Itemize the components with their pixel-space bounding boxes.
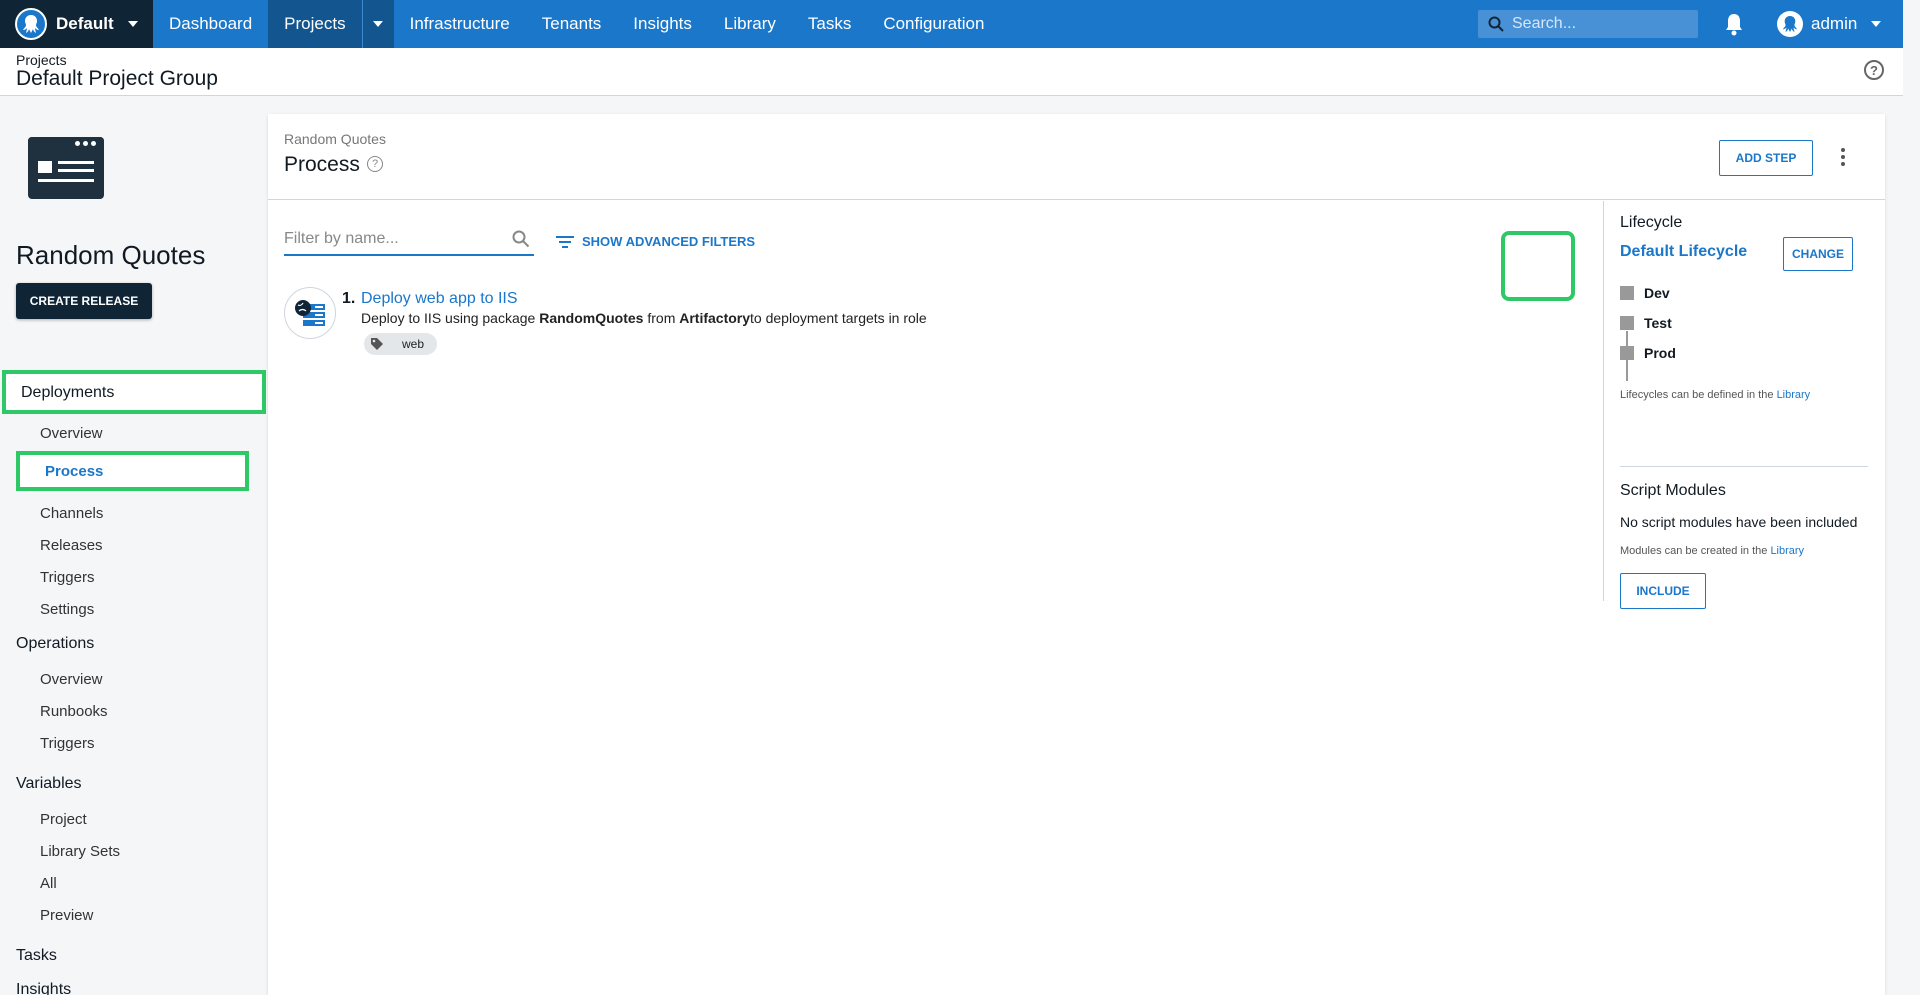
filter-input[interactable] <box>284 224 504 248</box>
step-feed: Artifactory <box>679 310 751 326</box>
nav-projects[interactable]: Projects <box>268 0 362 48</box>
show-advanced-filters-button[interactable]: SHOW ADVANCED FILTERS <box>556 234 755 249</box>
lifecycle-heading: Lifecycle <box>1620 214 1683 231</box>
phase-label: Prod <box>1644 345 1676 361</box>
sidebar-item-runbooks[interactable]: Runbooks <box>40 703 108 720</box>
nav-dashboard[interactable]: Dashboard <box>153 0 268 48</box>
sidebar-item-label: Deployments <box>21 384 115 401</box>
nav-library[interactable]: Library <box>708 0 792 48</box>
sidebar-item-preview[interactable]: Preview <box>40 907 93 924</box>
divider <box>1620 466 1868 467</box>
avatar <box>1777 11 1803 37</box>
sidebar-item-deployments[interactable]: Deployments <box>2 370 266 414</box>
project-name: Random Quotes <box>16 240 206 270</box>
step-description: Deploy to IIS using package RandomQuotes… <box>361 310 927 326</box>
process-side-panel: Lifecycle Default Lifecycle CHANGE Dev T… <box>1603 201 1885 609</box>
script-modules-heading: Script Modules <box>1620 482 1726 499</box>
sidebar-item-all-variables[interactable]: All <box>40 875 57 892</box>
process-card: Random Quotes Process ? ADD STEP SHOW AD… <box>268 114 1885 995</box>
sidebar-item-label: Process <box>45 463 104 480</box>
filter-icon <box>556 235 574 248</box>
tag-icon <box>371 338 383 350</box>
modules-note: Modules can be created in the Library <box>1620 545 1804 557</box>
note-text: Lifecycles can be defined in the <box>1620 389 1774 401</box>
note-text: Modules can be created in the <box>1620 545 1768 557</box>
card-title: Process <box>284 153 360 176</box>
filter-field[interactable] <box>284 224 534 256</box>
nav-infrastructure[interactable]: Infrastructure <box>394 0 526 48</box>
sidebar-item-deployments-overview[interactable]: Overview <box>40 425 103 442</box>
user-menu[interactable]: admin <box>1777 0 1882 48</box>
sidebar-item-library-sets[interactable]: Library Sets <box>40 843 120 860</box>
more-options-icon[interactable] <box>1841 148 1847 166</box>
change-lifecycle-button[interactable]: CHANGE <box>1783 237 1853 271</box>
sidebar-item-variables[interactable]: Variables <box>16 775 82 793</box>
breadcrumb[interactable]: Projects <box>16 52 67 68</box>
nav-insights[interactable]: Insights <box>617 0 708 48</box>
notifications-bell-icon[interactable] <box>1724 12 1744 36</box>
chevron-down-icon <box>127 21 138 27</box>
phase-label: Test <box>1644 315 1672 331</box>
search-input[interactable] <box>1512 15 1682 33</box>
top-navigation: Default Dashboard Projects Infrastructur… <box>0 0 1903 48</box>
help-icon[interactable]: ? <box>367 156 383 172</box>
role-chip: web <box>364 333 438 355</box>
chevron-down-icon <box>373 21 384 27</box>
phase-dev: Dev <box>1620 285 1670 301</box>
library-link[interactable]: Library <box>1777 389 1811 401</box>
step-desc-prefix: Deploy to IIS using package <box>361 310 536 326</box>
no-script-modules-text: No script modules have been included <box>1620 514 1858 530</box>
card-header: Random Quotes Process ? ADD STEP <box>268 114 1885 200</box>
phase-prod: Prod <box>1620 345 1676 361</box>
library-link[interactable]: Library <box>1770 545 1804 557</box>
sidebar-item-releases[interactable]: Releases <box>40 537 103 554</box>
add-step-button[interactable]: ADD STEP <box>1719 140 1813 176</box>
octopus-logo-icon <box>15 8 47 40</box>
sidebar-item-operations-triggers[interactable]: Triggers <box>40 735 94 752</box>
sidebar-item-project-variables[interactable]: Project <box>40 811 87 828</box>
role-label: web <box>402 337 425 351</box>
sidebar-item-insights[interactable]: Insights <box>16 981 71 995</box>
phase-test: Test <box>1620 315 1672 331</box>
advanced-filters-label: SHOW ADVANCED FILTERS <box>582 234 756 249</box>
nav-tasks[interactable]: Tasks <box>792 0 867 48</box>
step-number: 1. <box>342 290 356 307</box>
include-button[interactable]: INCLUDE <box>1620 573 1706 609</box>
create-release-button[interactable]: CREATE RELEASE <box>16 283 152 319</box>
nav-tenants[interactable]: Tenants <box>526 0 618 48</box>
global-search[interactable] <box>1478 10 1698 38</box>
lifecycle-link[interactable]: Default Lifecycle <box>1620 243 1747 261</box>
project-logo-icon <box>28 137 104 199</box>
card-breadcrumb[interactable]: Random Quotes <box>284 131 386 147</box>
chevron-down-icon <box>1871 21 1882 27</box>
search-icon <box>512 230 530 248</box>
sidebar-item-channels[interactable]: Channels <box>40 505 103 522</box>
user-name: admin <box>1811 14 1858 33</box>
space-selector[interactable]: Default <box>0 0 153 48</box>
projects-dropdown-button[interactable] <box>361 0 394 48</box>
project-sidebar: Random Quotes CREATE RELEASE Deployments… <box>0 97 266 995</box>
space-name: Default <box>56 14 114 33</box>
page-header: Projects Default Project Group ? <box>0 48 1903 96</box>
lifecycle-note: Lifecycles can be defined in the Library <box>1620 389 1810 401</box>
help-icon[interactable]: ? <box>1864 60 1884 80</box>
sidebar-item-deployment-triggers[interactable]: Triggers <box>40 569 94 586</box>
change-highlight <box>1501 231 1575 301</box>
step-package: RandomQuotes <box>539 310 644 326</box>
sidebar-item-operations-overview[interactable]: Overview <box>40 671 103 688</box>
step-desc-from: from <box>647 310 676 326</box>
sidebar-item-settings[interactable]: Settings <box>40 601 94 618</box>
search-icon <box>1488 16 1504 32</box>
phase-label: Dev <box>1644 285 1670 301</box>
sidebar-item-tasks[interactable]: Tasks <box>16 947 57 965</box>
page-title: Default Project Group <box>16 67 218 90</box>
sidebar-item-operations[interactable]: Operations <box>16 635 94 653</box>
iis-step-icon <box>284 287 336 339</box>
nav-configuration[interactable]: Configuration <box>867 0 1000 48</box>
sidebar-item-process[interactable]: Process <box>16 451 249 491</box>
step-desc-suffix: to deployment targets in role <box>750 310 927 326</box>
step-name-link[interactable]: Deploy web app to IIS <box>361 290 518 308</box>
